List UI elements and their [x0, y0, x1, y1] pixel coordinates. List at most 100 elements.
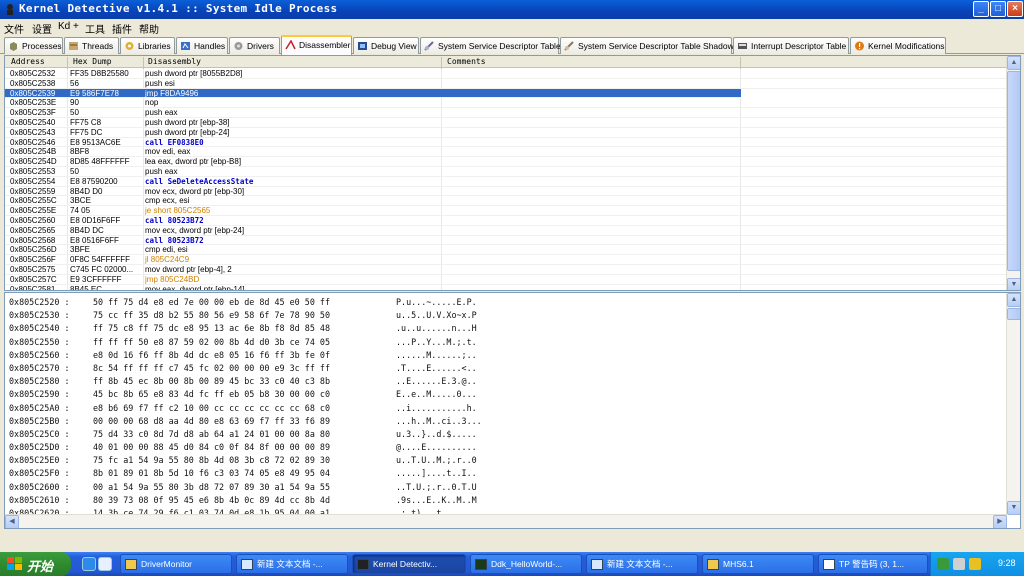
tab-libraries[interactable]: Libraries	[120, 37, 175, 54]
taskbar-button[interactable]: DriverMonitor	[120, 554, 232, 574]
cell-address: 0x805C2546	[10, 137, 56, 147]
table-row[interactable]: 0x805C2575 C745 FC 02000... mov dword ptr …	[5, 265, 1007, 275]
tray-network-icon[interactable]	[937, 558, 949, 570]
scroll-down-button[interactable]: ▼	[1007, 278, 1020, 290]
table-row[interactable]: 0x805C2568 E8 0516F6FF call 80523B72	[5, 236, 1007, 246]
hex-bytes: 80 39 73 08 0f 95 45 e6 8b 4b 0c 89 4d c…	[93, 494, 330, 505]
scroll-thumb[interactable]	[1007, 71, 1020, 271]
taskbar-button[interactable]: 新建 文本文档 -...	[236, 554, 348, 574]
cell-hex-dump: E8 0516F6FF	[70, 235, 119, 245]
taskbar-button[interactable]: TP 警告码 (3, 1...	[818, 554, 928, 574]
tray-security-icon[interactable]	[969, 558, 981, 570]
menu-settings[interactable]: 设置	[32, 21, 52, 36]
table-row[interactable]: 0x805C256D 3BFE cmp edi, esi	[5, 245, 1007, 256]
menu-help[interactable]: 帮助	[139, 21, 159, 36]
table-row[interactable]: 0x805C255E 74 05 je short 805C2565	[5, 206, 1007, 216]
folder-icon	[125, 559, 137, 570]
tab-ssdt-shadow[interactable]: System Service Descriptor Table Shadow	[560, 37, 734, 54]
hex-bytes: e8 b6 69 f7 ff c2 10 00 cc cc cc cc cc c…	[93, 402, 330, 413]
quicklaunch-show-desktop-icon[interactable]	[98, 557, 112, 571]
scroll-thumb[interactable]	[1007, 308, 1020, 320]
terminal-icon	[475, 559, 487, 570]
header-disassembly[interactable]: Disassembly	[148, 57, 201, 66]
table-row[interactable]: 0x805C2538 56 push esi	[5, 79, 1007, 89]
tab-label: Debug View	[371, 41, 417, 51]
header-hex-dump[interactable]: Hex Dump	[73, 57, 112, 66]
menu-tools[interactable]: 工具	[85, 21, 105, 36]
minimize-button[interactable]: _	[973, 1, 989, 17]
header-comments[interactable]: Comments	[447, 57, 486, 66]
cell-address: 0x805C255C	[10, 196, 57, 206]
cell-address: 0x805C254B	[10, 147, 57, 157]
tab-processes[interactable]: Processes	[4, 37, 63, 54]
cell-address: 0x805C2565	[10, 225, 56, 235]
table-row[interactable]: 0x805C255C 3BCE cmp ecx, esi	[5, 196, 1007, 207]
menu-plugins[interactable]: 插件	[112, 21, 132, 36]
cell-address: 0x805C2554	[10, 176, 56, 186]
cell-disassembly: push eax	[145, 108, 178, 118]
cell-hex-dump: E9 3CFFFFFF	[70, 274, 122, 284]
hex-vertical-scrollbar[interactable]: ▲ ▼	[1006, 293, 1020, 515]
hex-ascii: ..i...........h.	[396, 402, 477, 413]
tab-drivers[interactable]: Drivers	[229, 37, 280, 54]
title-bar[interactable]: Kernel Detective v1.4.1 :: System Idle P…	[0, 0, 1024, 19]
hex-address: 0x805C25E0 :	[9, 455, 70, 466]
table-row[interactable]: 0x805C257C E9 3CFFFFFF jmp 805C24BD	[5, 275, 1007, 285]
table-row[interactable]: 0x805C2553 50 push eax	[5, 167, 1007, 177]
menu-kd-plus[interactable]: Kd +	[58, 21, 79, 32]
tab-kernel-modifications[interactable]: Kernel Modifications	[850, 37, 946, 54]
taskbar-button[interactable]: 新建 文本文档 -...	[586, 554, 698, 574]
tab-disassembler[interactable]: Disassembler	[281, 35, 352, 55]
grid-header: Address Hex Dump Disassembly Comments	[5, 56, 1007, 69]
ssdt-shadow-icon	[564, 41, 574, 51]
start-button[interactable]: 开始	[0, 552, 71, 576]
close-button[interactable]: ×	[1007, 1, 1023, 17]
disassembly-grid[interactable]: Address Hex Dump Disassembly Comments 0x…	[4, 55, 1021, 291]
hex-address: 0x805C25F0 :	[9, 468, 70, 479]
taskbar-button[interactable]: Ddk_HelloWorld-...	[470, 554, 582, 574]
cell-disassembly: call 80523B72	[145, 235, 204, 245]
table-row[interactable]: 0x805C254B 8BF8 mov edi, eax	[5, 147, 1007, 158]
taskbar-button[interactable]: MHS6.1	[702, 554, 814, 574]
table-row[interactable]: 0x805C2560 E8 0D16F6FF call 80523B72	[5, 216, 1007, 226]
tab-idt[interactable]: Interrupt Descriptor Table	[733, 37, 849, 54]
scroll-down-button[interactable]: ▼	[1007, 501, 1020, 515]
cell-address: 0x805C2539	[10, 88, 56, 98]
scroll-up-button[interactable]: ▲	[1007, 56, 1020, 70]
table-row[interactable]: 0x805C2554 E8 87590200 call SeDeleteAccess…	[5, 177, 1007, 187]
menu-file[interactable]: 文件	[4, 21, 24, 36]
table-row[interactable]: 0x805C2543 FF75 DC push dword ptr [ebp-24]	[5, 128, 1007, 138]
scroll-right-button[interactable]: ▶	[993, 515, 1007, 528]
table-row[interactable]: 0x805C254D 8D85 48FFFFFF lea eax, dword pt…	[5, 157, 1007, 167]
tab-ssdt[interactable]: System Service Descriptor Table	[420, 37, 561, 54]
table-row[interactable]: 0x805C2581 8B45 EC mov eax, dword ptr [ebp…	[5, 284, 1007, 291]
cell-address: 0x805C2581	[10, 284, 56, 291]
hex-horizontal-scrollbar[interactable]: ◀ ▶	[5, 514, 1007, 528]
table-row[interactable]: 0x805C2540 FF75 C8 push dword ptr [ebp-38]	[5, 118, 1007, 128]
header-address[interactable]: Address	[11, 57, 45, 66]
cell-hex-dump: FF75 DC	[70, 127, 103, 137]
tray-volume-icon[interactable]	[953, 558, 965, 570]
hex-address: 0x805C2590 :	[9, 389, 70, 400]
scroll-up-button[interactable]: ▲	[1007, 293, 1020, 307]
table-row[interactable]: 0x805C2565 8B4D DC mov ecx, dword ptr [ebp…	[5, 226, 1007, 236]
table-row[interactable]: 0x805C253E 90 nop	[5, 98, 1007, 109]
table-row[interactable]: 0x805C2539 E9 586F7E78 jmp F8DA9496	[5, 88, 741, 99]
disassembly-vertical-scrollbar[interactable]: ▲ ▼	[1006, 56, 1020, 290]
maximize-button[interactable]: □	[990, 1, 1006, 17]
table-row[interactable]: 0x805C2559 8B4D D0 mov ecx, dword ptr [ebp…	[5, 187, 1007, 197]
tab-threads[interactable]: Threads	[64, 37, 119, 54]
hex-dump-panel[interactable]: 0x805C2520 : 50 ff 75 d4 e8 ed 7e 00 00 e…	[4, 292, 1021, 529]
hex-ascii: P.u...~.....E.P.	[396, 297, 477, 307]
tab-handles[interactable]: Handles	[176, 37, 228, 54]
hex-address: 0x805C25C0 :	[9, 428, 70, 439]
table-row[interactable]: 0x805C256F 0F8C 54FFFFFF jl 805C24C9	[5, 255, 1007, 265]
tab-debug-view[interactable]: Debug View	[353, 37, 419, 54]
table-row[interactable]: 0x805C2546 E8 9513AC6E call EF0838E0	[5, 138, 1007, 148]
table-row[interactable]: 0x805C253F 50 push eax	[5, 108, 1007, 118]
taskbar-button[interactable]: Kernel Detectiv...	[352, 554, 466, 574]
scroll-left-button[interactable]: ◀	[5, 515, 19, 528]
status-area	[0, 531, 1024, 552]
table-row[interactable]: 0x805C2532 FF35 D8B25580 push dword ptr [8…	[5, 69, 1007, 79]
quicklaunch-ie-icon[interactable]	[82, 557, 96, 571]
